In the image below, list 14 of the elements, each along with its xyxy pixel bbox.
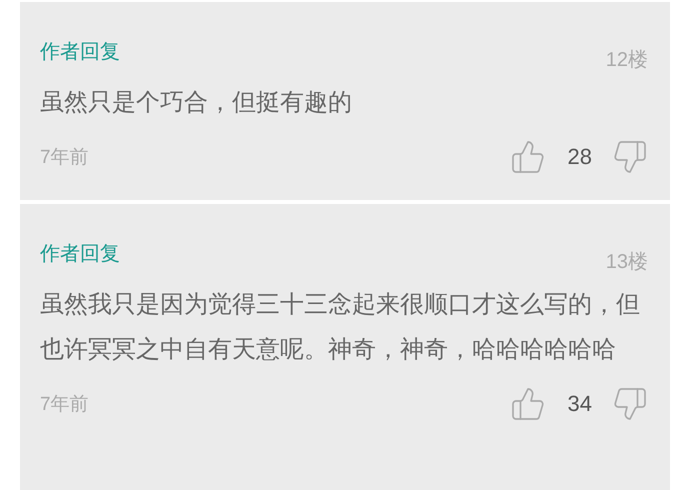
thumbs-down-icon[interactable] (612, 139, 648, 175)
floor-number: 12楼 (606, 48, 648, 73)
thumbs-up-icon[interactable] (510, 139, 546, 175)
like-count: 28 (568, 144, 592, 170)
comment-time: 7年前 (40, 146, 90, 170)
like-count: 34 (568, 391, 592, 417)
comment-text: 虽然只是个巧合，但挺有趣的 (40, 88, 353, 118)
comment-time: 7年前 (40, 393, 90, 417)
thumbs-up-icon[interactable] (510, 386, 546, 422)
floor-number: 13楼 (606, 250, 648, 275)
comment-text: 虽然我只是因为觉得三十三念起来很顺口才这么写的，但也许冥冥之中自有天意呢。神奇，神奇，哈哈哈哈哈哈 (40, 290, 641, 365)
author-reply-label: 作者回复 (40, 242, 120, 267)
thumbs-down-icon[interactable] (612, 386, 648, 422)
author-reply-label: 作者回复 (40, 40, 120, 65)
